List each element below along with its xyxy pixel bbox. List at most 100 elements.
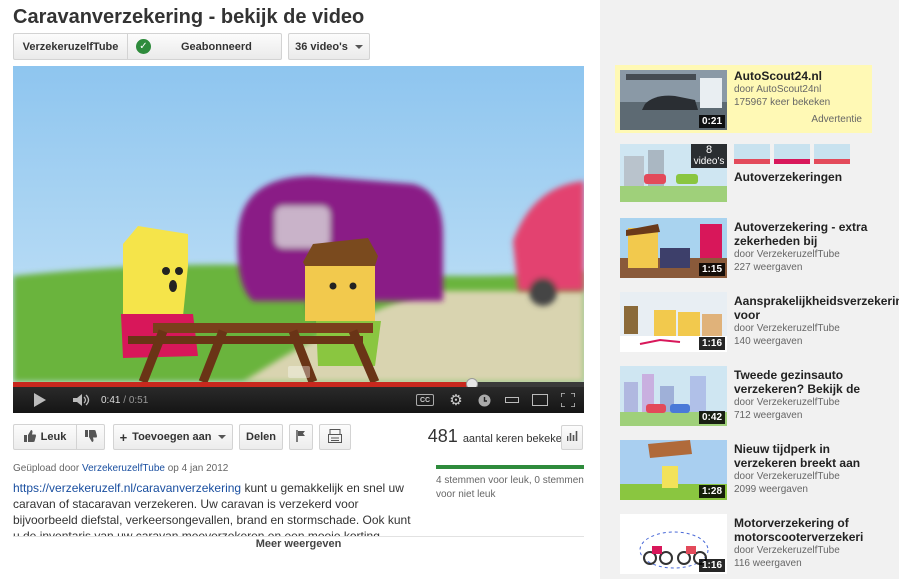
play-icon[interactable] (25, 393, 55, 407)
rating-summary: 4 stemmen voor leuk, 0 stemmen voor niet… (436, 475, 584, 500)
gear-icon[interactable]: ⚙ (448, 391, 464, 409)
duration-badge: 1:15 (698, 263, 725, 276)
related-video-item[interactable]: 1:16 Aansprakelijkheidsverzekering voor … (620, 292, 899, 356)
mini-thumbnail (774, 144, 810, 164)
statistics-button[interactable] (561, 425, 583, 450)
like-button[interactable]: Leuk (13, 424, 77, 450)
ad-title[interactable]: AutoScout24.nl (734, 69, 872, 83)
mini-thumbnail (734, 144, 770, 164)
related-title[interactable]: Tweede gezinsauto verzekeren? Bekijk de (734, 368, 872, 396)
playlist-item[interactable]: 8 video's Autoverzekeringen (620, 144, 870, 208)
bar-chart-icon (566, 431, 578, 444)
related-title[interactable]: Aansprakelijkheidsverzekering voor (734, 294, 899, 322)
ad-meta: AutoScout24.nl door AutoScout24nl 175967… (734, 69, 872, 109)
description-link[interactable]: https://verzekeruzelf.nl/caravanverzeker… (13, 481, 241, 495)
time-display: 0:41 / 0:51 (101, 394, 149, 406)
ad-thumbnail[interactable]: 0:21 (620, 70, 727, 130)
video-description: https://verzekeruzelf.nl/caravanverzeker… (13, 480, 418, 536)
show-more-button[interactable]: Meer weergeven (13, 536, 584, 552)
related-meta: Motorverzekering of motorscooterverzeker… (734, 516, 872, 570)
related-meta: Tweede gezinsauto verzekeren? Bekijk de … (734, 368, 872, 422)
related-thumbnail[interactable]: 0:42 (620, 366, 727, 426)
related-channel: door VerzekeruzelfTube (734, 323, 840, 334)
upload-prefix: Geüpload door (13, 463, 80, 474)
duration-time: 0:51 (128, 394, 149, 406)
channel-videos-label: 36 video's (295, 40, 348, 53)
related-view-count: 140 weergaven (734, 336, 803, 347)
related-title[interactable]: Nieuw tijdperk in verzekeren breekt aan (734, 442, 872, 470)
add-to-label: Toevoegen aan (132, 431, 212, 443)
fullscreen-icon[interactable] (560, 393, 576, 407)
related-channel: door VerzekeruzelfTube (734, 397, 840, 408)
playlist-count-overlay: 8 video's (691, 144, 727, 168)
duration-badge: 1:28 (698, 485, 725, 498)
thumbs-down-icon (84, 429, 97, 445)
related-view-count: 116 weergaven (734, 558, 802, 569)
related-thumbnail[interactable]: 1:28 (620, 440, 727, 500)
uploader-link[interactable]: VerzekeruzelfTube (82, 463, 165, 474)
channel-bar: VerzekeruzelfTube ✓ Geabonneerd 36 video… (13, 33, 370, 60)
current-time: 0:41 (101, 394, 121, 406)
duration-badge: 0:21 (698, 115, 725, 128)
related-title[interactable]: Autoverzekering - extra zekerheden bij (734, 220, 872, 248)
related-view-count: 712 weergaven (734, 410, 803, 421)
action-bar: Leuk + Toevoegen aan Delen (13, 424, 351, 450)
duration-badge: 0:42 (698, 411, 725, 424)
related-video-item[interactable]: 0:42 Tweede gezinsauto verzekeren? Bekij… (620, 366, 870, 430)
playlist-title[interactable]: Autoverzekeringen (734, 170, 842, 184)
related-video-item[interactable]: 1:28 Nieuw tijdperk in verzekeren breekt… (620, 440, 870, 504)
related-meta: Autoverzekering - extra zekerheden bij d… (734, 220, 872, 274)
related-channel: door VerzekeruzelfTube (734, 249, 840, 260)
related-channel: door VerzekeruzelfTube (734, 471, 840, 482)
related-view-count: 227 weergaven (734, 262, 803, 273)
view-count-number: 481 (427, 426, 458, 446)
playlist-thumbnail[interactable]: 8 video's (620, 144, 727, 202)
related-video-item[interactable]: 1:16 Motorverzekering of motorscooterver… (620, 514, 870, 578)
flag-icon (296, 429, 306, 445)
related-view-count: 2099 weergaven (734, 484, 808, 495)
related-thumbnail[interactable]: 1:16 (620, 514, 727, 574)
captions-icon[interactable]: CC (416, 394, 434, 406)
related-channel: door VerzekeruzelfTube (734, 545, 840, 556)
theater-mode-icon[interactable] (532, 394, 548, 406)
share-label: Delen (246, 431, 276, 443)
duration-badge: 1:16 (698, 337, 725, 350)
view-count-label: aantal keren bekeken (462, 433, 568, 445)
subscribed-button[interactable]: ✓ Geabonneerd (128, 33, 282, 60)
subscribed-label: Geabonneerd (181, 40, 252, 53)
player-controls: 0:41 / 0:51 CC ⚙ (13, 387, 584, 413)
related-thumbnail[interactable]: 1:15 (620, 218, 727, 278)
related-meta: Nieuw tijdperk in verzekeren breekt aan … (734, 442, 872, 496)
chevron-down-icon (354, 44, 363, 49)
plus-icon: + (119, 429, 128, 445)
related-title[interactable]: Motorverzekering of motorscooterverzeker… (734, 516, 872, 544)
volume-icon[interactable] (71, 394, 93, 406)
checkmark-icon: ✓ (136, 39, 151, 54)
small-player-icon[interactable] (504, 395, 520, 405)
mini-thumbnail (814, 144, 850, 164)
ad-item[interactable]: 0:21 AutoScout24.nl door AutoScout24nl 1… (615, 65, 872, 133)
duration-badge: 1:16 (698, 559, 725, 572)
flag-button[interactable] (289, 424, 313, 450)
related-meta: Aansprakelijkheidsverzekering voor door … (734, 294, 899, 348)
thumbs-up-icon (23, 429, 36, 445)
watch-later-icon[interactable] (476, 394, 492, 407)
upload-date: op 4 jan 2012 (167, 463, 229, 474)
dislike-button[interactable] (77, 424, 105, 450)
video-frame (13, 66, 584, 382)
playlist-count-label: video's (693, 156, 725, 167)
ad-view-count: 175967 keer bekeken (734, 97, 831, 108)
share-button[interactable]: Delen (239, 424, 283, 450)
ad-channel: door AutoScout24nl (734, 84, 822, 95)
channel-name-button[interactable]: VerzekeruzelfTube (13, 33, 128, 60)
transcript-icon (328, 428, 342, 446)
like-label: Leuk (40, 431, 67, 443)
transcript-button[interactable] (319, 424, 351, 450)
related-video-item[interactable]: 1:15 Autoverzekering - extra zekerheden … (620, 218, 870, 282)
related-thumbnail[interactable]: 1:16 (620, 292, 727, 352)
view-count: 481 aantal keren bekeken (428, 426, 568, 447)
ad-label: Advertentie (811, 114, 862, 125)
channel-videos-dropdown[interactable]: 36 video's (288, 33, 370, 60)
video-player[interactable]: 0:41 / 0:51 CC ⚙ (13, 66, 584, 413)
add-to-button[interactable]: + Toevoegen aan (113, 424, 233, 450)
